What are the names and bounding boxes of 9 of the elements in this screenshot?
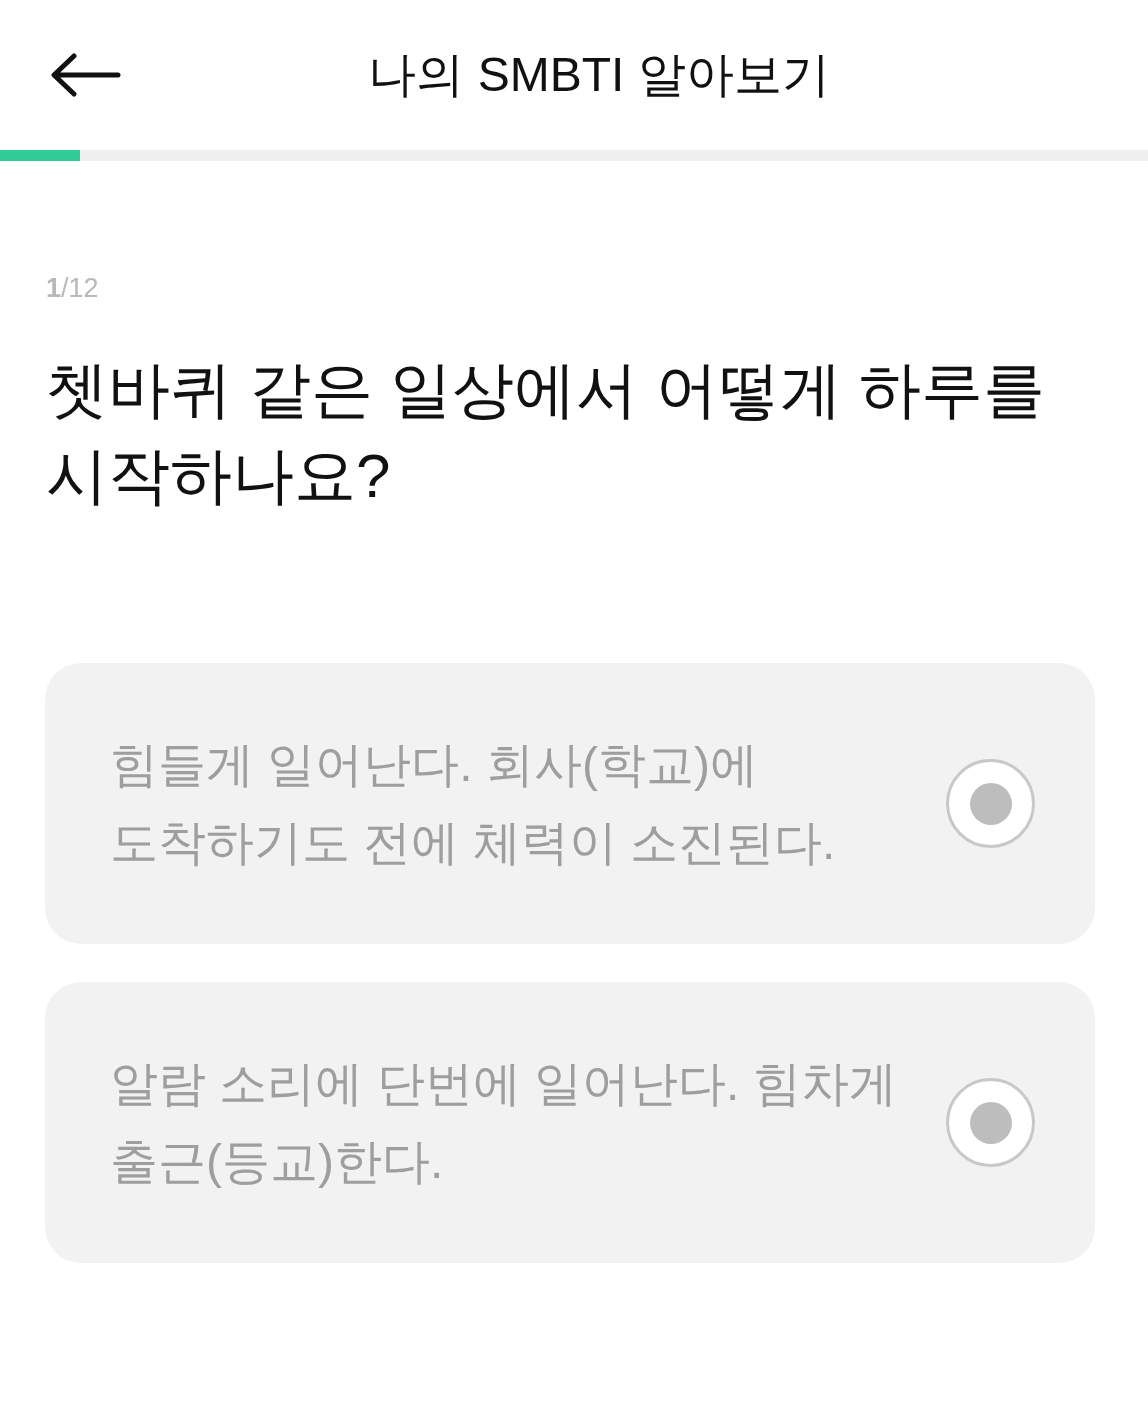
arrow-left-icon [50, 53, 122, 97]
option-text: 힘들게 일어난다. 회사(학교)에 도착하기도 전에 체력이 소진된다. [110, 736, 837, 871]
option-text: 알람 소리에 단번에 일어난다. 힘차게 출근(등교)한다. [110, 1055, 898, 1190]
option-card[interactable]: 힘들게 일어난다. 회사(학교)에 도착하기도 전에 체력이 소진된다. [45, 663, 1095, 944]
page-title: 나의 SMBTI 알아보기 [368, 47, 830, 104]
question-counter: 1/12 [46, 272, 99, 305]
back-button[interactable] [50, 53, 122, 97]
option-card[interactable]: 알람 소리에 단번에 일어난다. 힘차게 출근(등교)한다. [45, 982, 1095, 1263]
question-text: 쳇바퀴 같은 일상에서 어떻게 하루를 시작하나요? [46, 354, 1046, 512]
